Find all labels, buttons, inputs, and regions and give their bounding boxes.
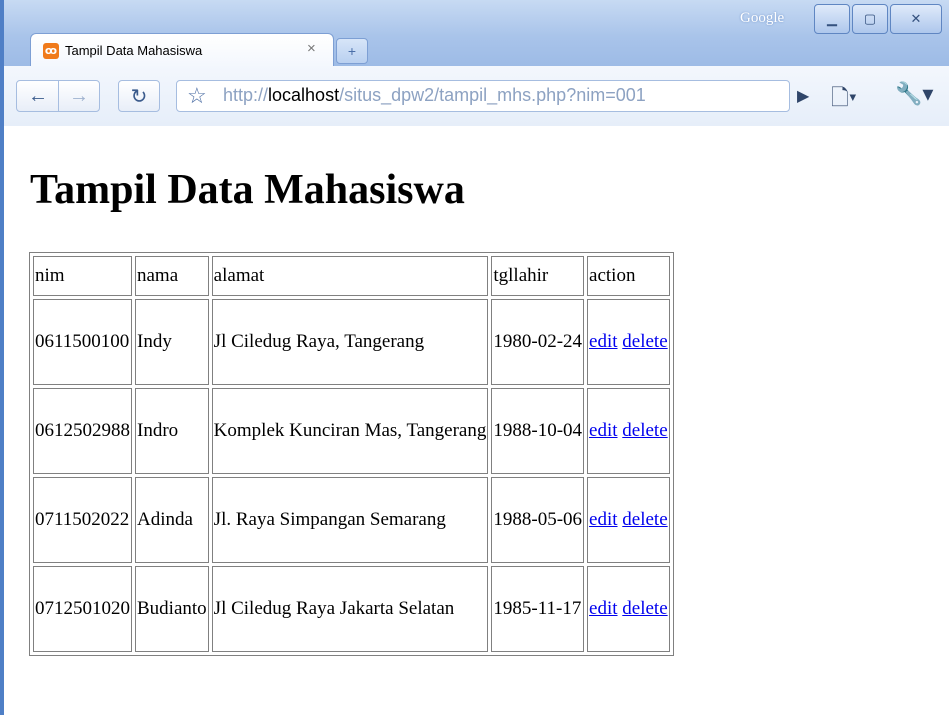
table-row: 0612502988 Indro Komplek Kunciran Mas, T… xyxy=(33,388,670,474)
forward-button[interactable]: → xyxy=(58,80,100,112)
table-row: 0711502022 Adinda Jl. Raya Simpangan Sem… xyxy=(33,477,670,563)
tab-title: Tampil Data Mahasiswa xyxy=(65,43,203,58)
cell-action: edit delete xyxy=(587,299,670,385)
page-title: Tampil Data Mahasiswa xyxy=(30,167,465,213)
url-text[interactable]: http://localhost/situs_dpw2/tampil_mhs.p… xyxy=(223,85,646,106)
delete-link[interactable]: delete xyxy=(622,420,667,441)
reload-button[interactable]: ↻ xyxy=(118,80,160,112)
cell-nim: 0711502022 xyxy=(33,477,132,563)
delete-link[interactable]: delete xyxy=(622,509,667,530)
cell-nama: Indro xyxy=(135,388,209,474)
header-action: action xyxy=(587,256,670,296)
back-button[interactable]: ← xyxy=(16,80,60,112)
cell-nama: Adinda xyxy=(135,477,209,563)
cell-alamat: Jl Ciledug Raya, Tangerang xyxy=(211,299,489,385)
header-nama: nama xyxy=(135,256,209,296)
minimize-button[interactable]: ▁ xyxy=(814,4,850,34)
window-controls: ▁ ▢ ✕ xyxy=(812,4,942,34)
table-row: 0611500100 Indy Jl Ciledug Raya, Tangera… xyxy=(33,299,670,385)
reload-icon: ↻ xyxy=(130,85,148,108)
page-menu-icon[interactable]: 🗋▾ xyxy=(831,81,857,119)
wrench-menu-icon[interactable]: 🔧▾ xyxy=(895,81,933,107)
maximize-button[interactable]: ▢ xyxy=(852,4,888,34)
delete-link[interactable]: delete xyxy=(622,598,667,619)
xampp-favicon-icon: ꝏ xyxy=(43,43,59,59)
cell-alamat: Jl Ciledug Raya Jakarta Selatan xyxy=(211,566,489,652)
maximize-icon: ▢ xyxy=(863,11,877,26)
delete-link[interactable]: delete xyxy=(622,331,667,352)
cell-tgllahir: 1980-02-24 xyxy=(491,299,585,385)
back-arrow-icon: ← xyxy=(28,84,48,107)
header-tgllahir: tgllahir xyxy=(491,256,585,296)
address-bar[interactable]: ☆ http://localhost/situs_dpw2/tampil_mhs… xyxy=(176,80,790,112)
google-label: Google xyxy=(740,10,785,26)
cell-nama: Budianto xyxy=(135,566,209,652)
tab-tampil-data-mahasiswa[interactable]: ꝏ Tampil Data Mahasiswa × xyxy=(30,33,334,68)
edit-link[interactable]: edit xyxy=(589,420,618,441)
close-window-button[interactable]: ✕ xyxy=(890,4,942,34)
close-icon: ✕ xyxy=(910,11,922,26)
edit-link[interactable]: edit xyxy=(589,598,618,619)
header-alamat: alamat xyxy=(211,256,489,296)
cell-nim: 0712501020 xyxy=(33,566,132,652)
page-content: Tampil Data Mahasiswa nim nama alamat tg… xyxy=(0,126,949,715)
cell-tgllahir: 1985-11-17 xyxy=(491,566,585,652)
cell-nim: 0612502988 xyxy=(33,388,132,474)
tab-close-icon[interactable]: × xyxy=(307,40,316,57)
cell-action: edit delete xyxy=(587,566,670,652)
bookmark-star-icon[interactable]: ☆ xyxy=(187,83,207,109)
header-nim: nim xyxy=(33,256,132,296)
cell-nim: 0611500100 xyxy=(33,299,132,385)
cell-action: edit delete xyxy=(587,388,670,474)
cell-alamat: Jl. Raya Simpangan Semarang xyxy=(211,477,489,563)
edit-link[interactable]: edit xyxy=(589,509,618,530)
browser-toolbar: ← → ↻ ☆ http://localhost/situs_dpw2/tamp… xyxy=(0,66,949,127)
cell-nama: Indy xyxy=(135,299,209,385)
go-icon[interactable]: ▶ xyxy=(797,86,809,106)
window-left-border xyxy=(0,0,4,715)
edit-link[interactable]: edit xyxy=(589,331,618,352)
cell-tgllahir: 1988-10-04 xyxy=(491,388,585,474)
plus-icon: + xyxy=(347,43,357,59)
cell-alamat: Komplek Kunciran Mas, Tangerang xyxy=(211,388,489,474)
table-header-row: nim nama alamat tgllahir action xyxy=(33,256,670,296)
cell-action: edit delete xyxy=(587,477,670,563)
mahasiswa-table: nim nama alamat tgllahir action 06115001… xyxy=(29,252,674,656)
minimize-icon: ▁ xyxy=(827,11,837,26)
new-tab-button[interactable]: + xyxy=(336,38,368,64)
table-row: 0712501020 Budianto Jl Ciledug Raya Jaka… xyxy=(33,566,670,652)
cell-tgllahir: 1988-05-06 xyxy=(491,477,585,563)
forward-arrow-icon: → xyxy=(69,84,89,107)
